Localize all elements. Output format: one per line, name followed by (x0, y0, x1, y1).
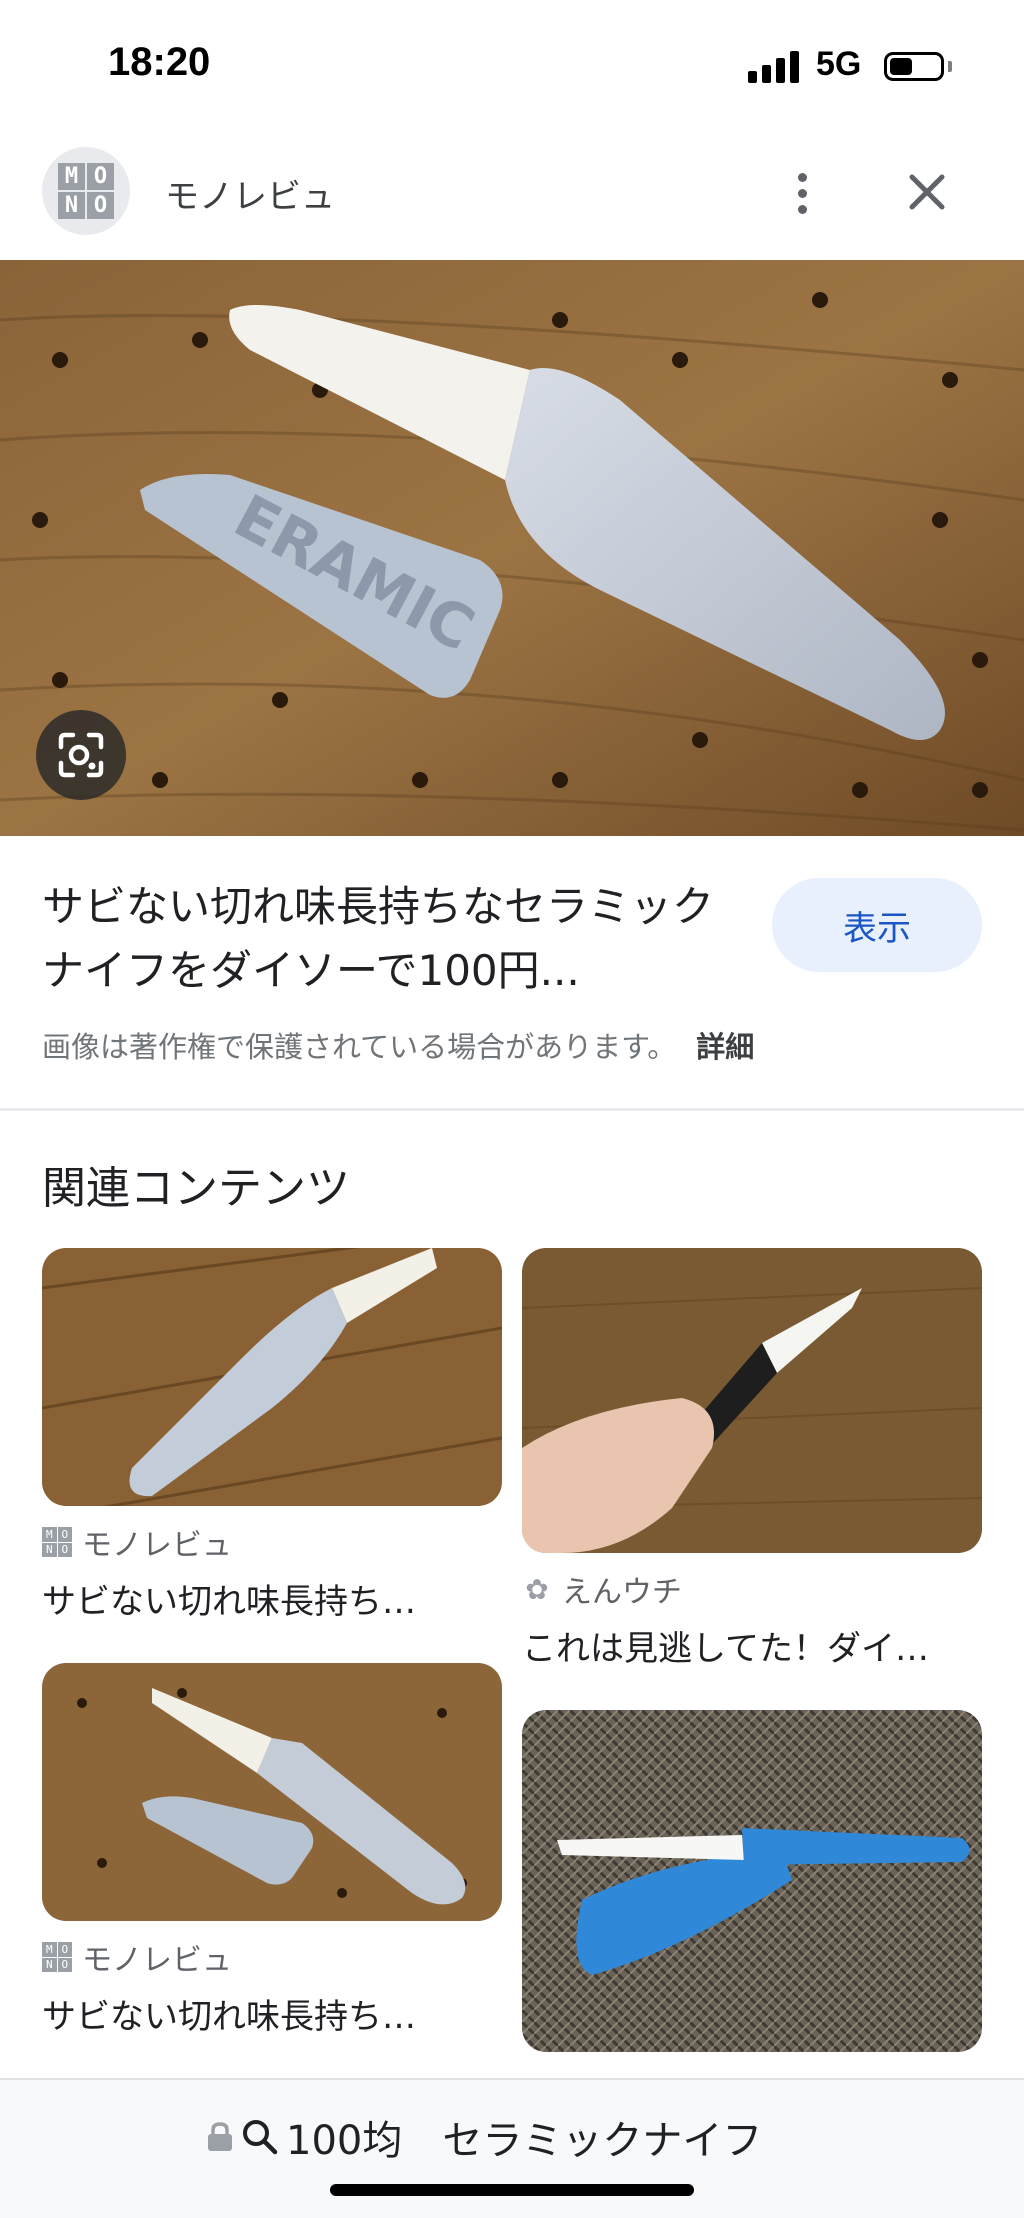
show-button[interactable]: 表示 (772, 878, 982, 972)
card-caption[interactable]: これは見逃してた！ダイ… (522, 1621, 982, 1670)
source-name: モノレビュ (82, 1528, 232, 1563)
logo-letter: O (87, 163, 114, 190)
result-title[interactable]: サビない切れ味長持ちなセラミックナイフをダイソーで100円... (42, 875, 732, 1003)
viewer-header: M O N O モノレビュ (0, 135, 1024, 260)
related-card[interactable] (522, 1710, 982, 2052)
related-card[interactable]: ✿ えんウチ これは見逃してた！ダイ… (522, 1248, 982, 1670)
close-icon[interactable] (896, 161, 958, 223)
site-logo[interactable]: M O N O (42, 147, 130, 235)
related-heading: 関連コンテンツ (42, 1163, 350, 1214)
logo-letter: O (87, 192, 114, 219)
copyright-notice: 画像は著作権で保護されている場合があります。 詳細 (42, 1024, 754, 1066)
card-thumbnail[interactable] (42, 1663, 502, 1921)
signal-icon (748, 50, 799, 83)
site-name[interactable]: モノレビュ (165, 169, 335, 218)
network-label: 5G (816, 45, 862, 83)
battery-icon (884, 52, 944, 81)
home-indicator[interactable] (330, 2184, 694, 2196)
card-thumbnail[interactable] (522, 1248, 982, 1553)
card-thumbnail[interactable] (42, 1248, 502, 1506)
bottom-search-bar[interactable]: 100均 セラミックナイフ (0, 2078, 1024, 2218)
source-name: えんウチ (562, 1575, 682, 1610)
logo-letter: M (58, 163, 85, 190)
source-icon: ✿ (525, 1572, 549, 1606)
search-query-text: 100均 セラミックナイフ (286, 2118, 763, 2164)
site-logo-grid: M O N O (58, 163, 114, 219)
card-source: MONO モノレビュ (42, 1522, 502, 1563)
search-query[interactable]: 100均 セラミックナイフ (206, 2108, 762, 2166)
status-time: 18:20 (108, 40, 211, 84)
source-name: モノレビュ (82, 1943, 232, 1978)
source-logo: MONO (42, 1942, 72, 1972)
lens-icon[interactable] (36, 710, 126, 800)
source-logo: MONO (42, 1527, 72, 1557)
card-caption[interactable]: サビない切れ味長持ち… (42, 1989, 502, 2038)
card-caption[interactable]: サビない切れ味長持ち… (42, 1574, 502, 1623)
search-icon (243, 2120, 278, 2155)
lock-icon (208, 2122, 232, 2151)
main-image[interactable]: ERAMIC (0, 260, 1024, 836)
copyright-text: 画像は著作権で保護されている場合があります。 (42, 1030, 677, 1064)
knife-photo: ERAMIC (0, 260, 1024, 836)
related-card[interactable]: MONO モノレビュ サビない切れ味長持ち… (42, 1248, 502, 1623)
details-link[interactable]: 詳細 (696, 1030, 754, 1064)
card-source: MONO モノレビュ (42, 1937, 502, 1978)
divider (0, 1108, 1024, 1111)
card-source: ✿ えんウチ (522, 1569, 982, 1611)
card-thumbnail[interactable] (522, 1710, 982, 2052)
battery-cap (948, 61, 952, 72)
logo-letter: N (58, 192, 85, 219)
more-options-icon[interactable] (772, 163, 832, 223)
status-bar: 18:20 5G (0, 0, 1024, 135)
related-card[interactable]: MONO モノレビュ サビない切れ味長持ち… (42, 1663, 502, 2038)
